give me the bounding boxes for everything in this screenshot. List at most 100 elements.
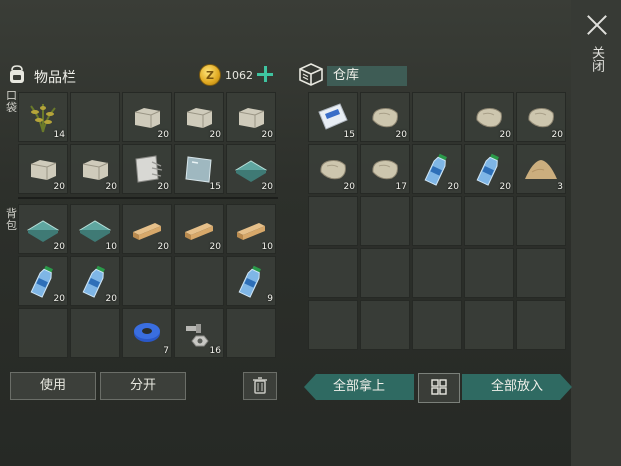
warehouse-slot-rock[interactable]: 17 — [360, 144, 410, 194]
warehouse-slot-water-bottle[interactable]: 20 — [464, 144, 514, 194]
warehouse-slot-water-bottle[interactable]: 20 — [412, 144, 462, 194]
warehouse-slot-empty[interactable] — [308, 300, 358, 350]
rock-icon — [476, 108, 502, 128]
item-count: 3 — [557, 182, 563, 192]
stone-block-icon — [82, 160, 109, 180]
backpack-slot-water-bottle[interactable]: 9 — [226, 256, 276, 306]
item-count: 20 — [261, 182, 273, 192]
pocket-slot-plant[interactable]: 14 — [18, 92, 68, 142]
rock-icon — [528, 108, 554, 128]
item-count: 20 — [53, 182, 65, 192]
warehouse-slot-empty[interactable] — [360, 196, 410, 246]
rock-icon — [320, 160, 346, 180]
item-count: 9 — [267, 294, 273, 304]
pocket-slot-glass-pane[interactable]: 15 — [174, 144, 224, 194]
glass-sheet-icon — [235, 160, 267, 182]
backpack-slot-wood-plank[interactable]: 10 — [226, 204, 276, 254]
pocket-slot-stone-block[interactable]: 20 — [122, 92, 172, 142]
item-count: 20 — [53, 242, 65, 252]
warehouse-slot-rock[interactable]: 20 — [516, 92, 566, 142]
backpack-slot-water-bottle[interactable]: 20 — [70, 256, 120, 306]
water-bottle-icon — [30, 265, 53, 298]
warehouse-slot-empty[interactable] — [516, 248, 566, 298]
close-label[interactable]: 关闭 — [588, 46, 604, 72]
warehouse-slot-rock[interactable]: 20 — [308, 144, 358, 194]
warehouse-slot-empty[interactable] — [464, 300, 514, 350]
backpack-slot-empty[interactable] — [18, 308, 68, 358]
grid-view-icon — [431, 379, 447, 395]
use-button[interactable]: 使用 — [10, 372, 96, 400]
pocket-slot-stone-block[interactable]: 20 — [226, 92, 276, 142]
item-count: 20 — [209, 130, 221, 140]
grid-view-button[interactable] — [418, 373, 460, 403]
backpack-label: 背包 — [6, 207, 17, 232]
item-count: 20 — [157, 242, 169, 252]
backpack-slot-glass-sheet[interactable]: 10 — [70, 204, 120, 254]
backpack-slot-wood-plank[interactable]: 20 — [174, 204, 224, 254]
warehouse-slot-empty[interactable] — [360, 300, 410, 350]
item-count: 17 — [395, 182, 407, 192]
item-count: 20 — [105, 182, 117, 192]
trash-icon — [253, 377, 267, 394]
stone-block-icon — [134, 108, 161, 128]
stone-block-icon — [186, 108, 213, 128]
section-divider — [18, 197, 278, 199]
warehouse-slot-rock[interactable]: 20 — [360, 92, 410, 142]
warehouse-slot-empty[interactable] — [516, 300, 566, 350]
warehouse-slot-empty[interactable] — [464, 196, 514, 246]
item-count: 20 — [261, 130, 273, 140]
backpack-slot-empty[interactable] — [70, 308, 120, 358]
put-all-button[interactable]: 全部放入 — [462, 374, 572, 400]
item-count: 10 — [105, 242, 117, 252]
backpack-slot-tape[interactable]: 7 — [122, 308, 172, 358]
warehouse-icon — [299, 63, 323, 86]
plus-icon[interactable] — [257, 66, 273, 82]
glass-sheet-icon — [79, 220, 111, 242]
backpack-slot-wood-plank[interactable]: 20 — [122, 204, 172, 254]
pocket-slot-stone-block[interactable]: 20 — [70, 144, 120, 194]
pocket-slot-empty[interactable] — [70, 92, 120, 142]
backpack-slot-empty[interactable] — [226, 308, 276, 358]
pocket-slot-stone-block[interactable]: 20 — [174, 92, 224, 142]
warehouse-slot-empty[interactable] — [412, 196, 462, 246]
backpack-slot-empty[interactable] — [174, 256, 224, 306]
close-icon[interactable] — [586, 14, 608, 36]
pocket-slot-stone-block[interactable]: 20 — [18, 144, 68, 194]
warehouse-slot-empty[interactable] — [412, 248, 462, 298]
warehouse-slot-empty[interactable] — [412, 300, 462, 350]
item-count: 20 — [395, 130, 407, 140]
pocket-slot-metal-scrap[interactable]: 20 — [122, 144, 172, 194]
warehouse-title: 仓库 — [327, 66, 407, 86]
item-count: 16 — [209, 346, 221, 356]
water-bottle-icon — [82, 265, 105, 298]
item-count: 15 — [343, 130, 355, 140]
water-bottle-icon — [476, 153, 499, 186]
cement-bag-icon — [318, 103, 348, 130]
backpack-slot-empty[interactable] — [122, 256, 172, 306]
warehouse-slot-empty[interactable] — [308, 248, 358, 298]
warehouse-slot-sand-pile[interactable]: 3 — [516, 144, 566, 194]
warehouse-slot-rock[interactable]: 20 — [464, 92, 514, 142]
item-count: 20 — [105, 294, 117, 304]
backpack-slot-glass-sheet[interactable]: 20 — [18, 204, 68, 254]
backpack-slot-water-bottle[interactable]: 20 — [18, 256, 68, 306]
item-count: 10 — [261, 242, 273, 252]
tape-icon — [134, 323, 160, 342]
take-all-button[interactable]: 全部拿上 — [304, 374, 414, 400]
warehouse-slot-empty[interactable] — [412, 92, 462, 142]
bolts-icon — [186, 324, 209, 347]
backpack-icon — [10, 65, 24, 83]
trash-button[interactable] — [243, 372, 277, 400]
pocket-slot-glass-sheet[interactable]: 20 — [226, 144, 276, 194]
warehouse-slot-cement-bag[interactable]: 15 — [308, 92, 358, 142]
glass-sheet-icon — [27, 220, 59, 242]
split-button[interactable]: 分开 — [100, 372, 186, 400]
coin-icon: Z — [199, 64, 221, 86]
warehouse-grid: 15 20 20 20 20 17 20 20 3 — [308, 92, 568, 357]
warehouse-slot-empty[interactable] — [308, 196, 358, 246]
backpack-slot-bolts[interactable]: 16 — [174, 308, 224, 358]
warehouse-slot-empty[interactable] — [360, 248, 410, 298]
warehouse-slot-empty[interactable] — [516, 196, 566, 246]
metal-scrap-icon — [135, 155, 163, 183]
warehouse-slot-empty[interactable] — [464, 248, 514, 298]
